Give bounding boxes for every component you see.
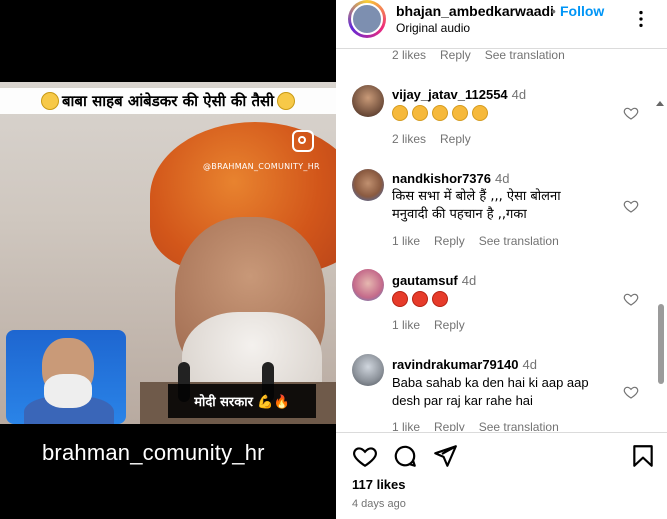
comment-likes[interactable]: 2 likes (392, 132, 426, 146)
comment-username[interactable]: gautamsuf 4d (392, 273, 476, 288)
heart-icon[interactable] (623, 105, 639, 121)
video-player[interactable]: बाबा साहब आंबेडकर की ऐसी की तैसी @BRAHMA… (0, 0, 336, 519)
comment-username[interactable]: vijay_jatav_112554 4d (392, 87, 526, 102)
video-banner: बाबा साहब आंबेडकर की ऐसी की तैसी (0, 88, 336, 114)
separator-dot: • (551, 3, 556, 19)
comment-username[interactable]: ravindrakumar79140 4d (392, 357, 537, 372)
heart-icon[interactable] (623, 291, 639, 307)
angry-emoji-icon (432, 290, 448, 307)
comment-icon[interactable] (392, 443, 418, 469)
comment-meta: 1 like Reply (392, 318, 479, 332)
reply-button[interactable]: Reply (434, 318, 465, 332)
audio-link[interactable]: Original audio (396, 21, 470, 35)
comment-meta: 2 likes Reply See translation (392, 49, 579, 62)
reply-button[interactable]: Reply (434, 234, 465, 248)
video-handle: brahman_comunity_hr (42, 440, 265, 465)
comment-avatar[interactable] (352, 354, 384, 386)
video-frame: बाबा साहब आंबेडकर की ऐसी की तैसी @BRAHMA… (0, 82, 336, 424)
comment-meta: 1 like Reply See translation (392, 234, 573, 248)
banner-text: बाबा साहब आंबेडकर की ऐसी की तैसी (61, 92, 275, 110)
comment-likes[interactable]: 1 like (392, 234, 420, 248)
post-timestamp: 4 days ago (352, 498, 406, 510)
comment-avatar[interactable] (352, 169, 384, 201)
see-translation-button[interactable]: See translation (485, 49, 565, 62)
comment-reactions (392, 103, 622, 121)
heart-icon[interactable] (352, 443, 378, 469)
sad-emoji-icon (432, 104, 448, 121)
more-icon[interactable] (630, 8, 652, 30)
comment-likes[interactable]: 2 likes (392, 49, 426, 62)
author-username[interactable]: bhajan_ambedkarwaadi (396, 3, 554, 19)
comment-avatar[interactable] (352, 269, 384, 301)
inset-beard (44, 374, 92, 408)
sad-emoji-icon (472, 104, 488, 121)
comment-text: Baba sahab ka den hai ki aap aap desh pa… (392, 375, 589, 408)
comment-reactions (392, 289, 622, 307)
author-avatar[interactable] (348, 0, 386, 38)
reply-button[interactable]: Reply (434, 420, 465, 431)
sad-emoji-icon (412, 104, 428, 121)
comment-time: 4d (461, 273, 477, 288)
angry-emoji-icon (392, 290, 408, 307)
see-translation-button[interactable]: See translation (479, 420, 559, 431)
post-header: bhajan_ambedkarwaadi • Follow Original a… (336, 0, 667, 49)
reply-button[interactable]: Reply (440, 132, 471, 146)
inset-photo (6, 330, 126, 424)
post-panel: bhajan_ambedkarwaadi • Follow Original a… (336, 0, 667, 519)
sad-emoji-icon (392, 104, 408, 121)
comment-username[interactable]: nandkishor7376 4d (392, 171, 509, 186)
scrollbar-thumb[interactable] (658, 304, 664, 384)
comment-time: 4d (511, 87, 527, 102)
comment-meta: 2 likes Reply (392, 132, 485, 146)
scroll-up-arrow-icon[interactable] (656, 101, 664, 106)
likes-count[interactable]: 117 likes (352, 477, 406, 492)
comment-likes[interactable]: 1 like (392, 420, 420, 431)
angry-emoji-icon (412, 290, 428, 307)
laughing-emoji-icon (40, 92, 59, 110)
comment-meta: 1 like Reply See translation (392, 420, 573, 431)
heart-icon[interactable] (623, 198, 639, 214)
share-icon[interactable] (432, 443, 458, 469)
comment-text: किस सभा में बोले हैं ,,, ऐसा बोलना मनुवा… (392, 189, 561, 222)
video-caption: मोदी सरकार 💪🔥 (168, 384, 316, 418)
comment-list[interactable]: 2 likes Reply See translation vijay_jatav_… (336, 49, 667, 431)
laughing-emoji-icon (277, 92, 296, 110)
bookmark-icon[interactable] (630, 443, 656, 469)
comment-avatar[interactable] (352, 85, 384, 117)
video-watermark: @BRAHMAN_COMUNITY_HR (203, 162, 320, 171)
comment-likes[interactable]: 1 like (392, 318, 420, 332)
follow-button[interactable]: Follow (560, 3, 604, 19)
heart-icon[interactable] (623, 384, 639, 400)
comment-time: 4d (522, 357, 537, 372)
see-translation-button[interactable]: See translation (479, 234, 559, 248)
comment-time: 4d (495, 171, 510, 186)
sad-emoji-icon (452, 104, 468, 121)
post-actions: 117 likes 4 days ago (336, 432, 667, 519)
reply-button[interactable]: Reply (440, 49, 471, 62)
instagram-logo-icon (292, 130, 314, 152)
